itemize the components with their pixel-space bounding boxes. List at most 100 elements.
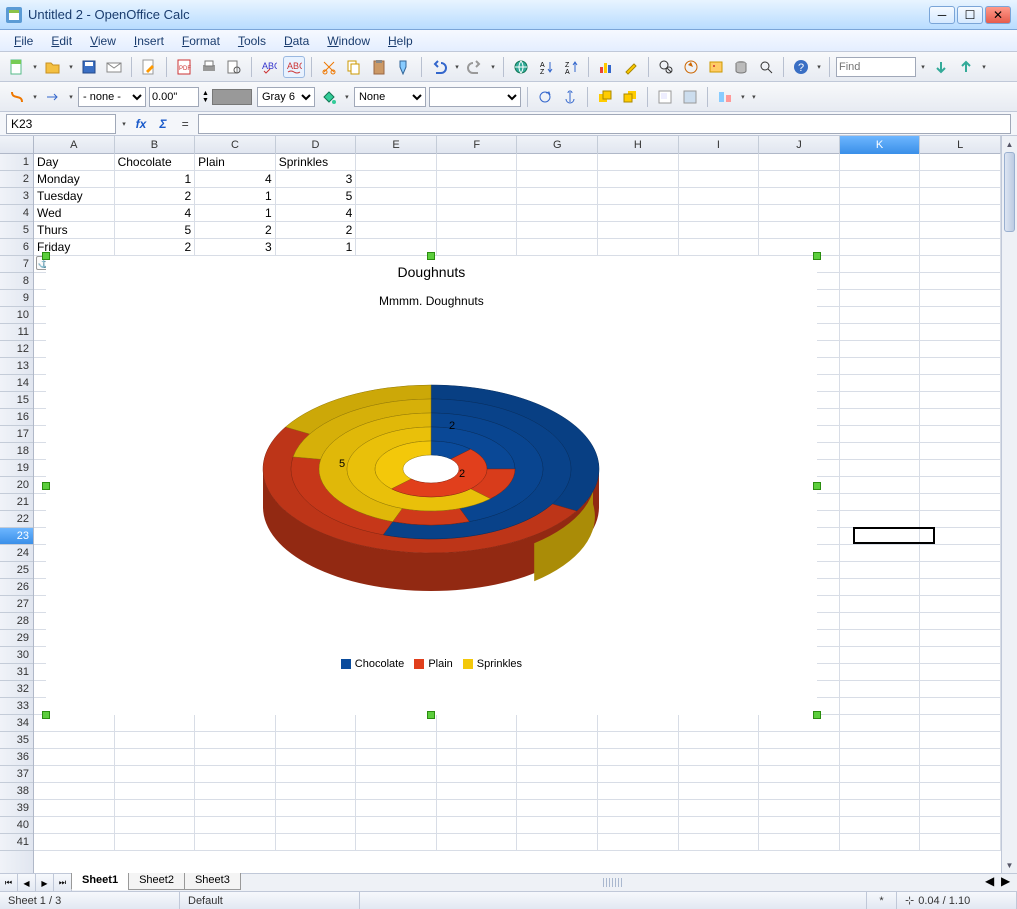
cell-L10[interactable]	[920, 307, 1001, 324]
cell-I41[interactable]	[679, 834, 760, 851]
cell-B5[interactable]: 5	[115, 222, 196, 239]
minimize-button[interactable]: ─	[929, 6, 955, 24]
cell-D40[interactable]	[276, 817, 357, 834]
col-header-B[interactable]: B	[115, 136, 196, 154]
cell-C5[interactable]: 2	[195, 222, 276, 239]
arrow-dropdown[interactable]: ▾	[67, 86, 75, 108]
cell-D2[interactable]: 3	[276, 171, 357, 188]
help-icon[interactable]: ?	[790, 56, 812, 78]
row-header-14[interactable]: 14	[0, 375, 33, 392]
cell-L19[interactable]	[920, 460, 1001, 477]
cell-L4[interactable]	[920, 205, 1001, 222]
cell-L13[interactable]	[920, 358, 1001, 375]
cell-L30[interactable]	[920, 647, 1001, 664]
cell-J37[interactable]	[759, 766, 840, 783]
cell-L12[interactable]	[920, 341, 1001, 358]
cell-I1[interactable]	[679, 154, 760, 171]
cell-F5[interactable]	[437, 222, 518, 239]
background-icon[interactable]	[679, 86, 701, 108]
cell-A5[interactable]: Thurs	[34, 222, 115, 239]
cut-icon[interactable]	[318, 56, 340, 78]
cell-A40[interactable]	[34, 817, 115, 834]
cell-C6[interactable]: 3	[195, 239, 276, 256]
row-header-26[interactable]: 26	[0, 579, 33, 596]
save-icon[interactable]	[78, 56, 100, 78]
cell-L23[interactable]	[920, 528, 1001, 545]
row-header-9[interactable]: 9	[0, 290, 33, 307]
row-header-10[interactable]: 10	[0, 307, 33, 324]
spellcheck-icon[interactable]: ABC	[258, 56, 280, 78]
cell-G41[interactable]	[517, 834, 598, 851]
cell-K4[interactable]	[840, 205, 921, 222]
col-header-G[interactable]: G	[517, 136, 598, 154]
cell-H4[interactable]	[598, 205, 679, 222]
cell-J2[interactable]	[759, 171, 840, 188]
cell-K21[interactable]	[840, 494, 921, 511]
navigator-icon[interactable]	[680, 56, 702, 78]
cell-K31[interactable]	[840, 664, 921, 681]
hyperlink-icon[interactable]	[510, 56, 532, 78]
cell-A35[interactable]	[34, 732, 115, 749]
cell-E39[interactable]	[356, 800, 437, 817]
print-icon[interactable]	[198, 56, 220, 78]
formula-input[interactable]	[198, 114, 1011, 134]
row-header-31[interactable]: 31	[0, 664, 33, 681]
cell-L39[interactable]	[920, 800, 1001, 817]
cell-K11[interactable]	[840, 324, 921, 341]
close-button[interactable]: ✕	[985, 6, 1011, 24]
cell-L25[interactable]	[920, 562, 1001, 579]
cell-B2[interactable]: 1	[115, 171, 196, 188]
equals-icon[interactable]: =	[176, 115, 194, 133]
cell-B36[interactable]	[115, 749, 196, 766]
cell-F36[interactable]	[437, 749, 518, 766]
print-preview-icon[interactable]	[223, 56, 245, 78]
col-header-I[interactable]: I	[679, 136, 760, 154]
row-header-17[interactable]: 17	[0, 426, 33, 443]
menu-view[interactable]: View	[82, 32, 124, 50]
foreground-icon[interactable]	[654, 86, 676, 108]
cell-K36[interactable]	[840, 749, 921, 766]
cell-J1[interactable]	[759, 154, 840, 171]
hscroll-right[interactable]: ▶	[1001, 874, 1017, 891]
cell-G35[interactable]	[517, 732, 598, 749]
sheet-nav-next[interactable]: ▶	[36, 874, 54, 892]
cell-A41[interactable]	[34, 834, 115, 851]
cell-E36[interactable]	[356, 749, 437, 766]
cell-J40[interactable]	[759, 817, 840, 834]
undo-dropdown[interactable]: ▾	[453, 56, 461, 78]
cell-C40[interactable]	[195, 817, 276, 834]
line-style-select[interactable]: - none -	[78, 87, 146, 107]
cell-E3[interactable]	[356, 188, 437, 205]
cell-K35[interactable]	[840, 732, 921, 749]
paste-icon[interactable]	[368, 56, 390, 78]
cell-A2[interactable]: Monday	[34, 171, 115, 188]
cell-F6[interactable]	[437, 239, 518, 256]
cell-L6[interactable]	[920, 239, 1001, 256]
cell-F37[interactable]	[437, 766, 518, 783]
cell-E41[interactable]	[356, 834, 437, 851]
col-header-C[interactable]: C	[195, 136, 276, 154]
cell-E40[interactable]	[356, 817, 437, 834]
sheet-tab-sheet2[interactable]: Sheet2	[128, 873, 185, 890]
cell-F2[interactable]	[437, 171, 518, 188]
chart-icon[interactable]	[595, 56, 617, 78]
cell-J6[interactable]	[759, 239, 840, 256]
cell-I34[interactable]	[679, 715, 760, 732]
row-header-33[interactable]: 33	[0, 698, 33, 715]
cell-K37[interactable]	[840, 766, 921, 783]
cell-H38[interactable]	[598, 783, 679, 800]
cell-C34[interactable]	[195, 715, 276, 732]
cell-G3[interactable]	[517, 188, 598, 205]
cell-reference-input[interactable]	[6, 114, 116, 134]
cell-H40[interactable]	[598, 817, 679, 834]
cell-G37[interactable]	[517, 766, 598, 783]
cell-L27[interactable]	[920, 596, 1001, 613]
cell-J38[interactable]	[759, 783, 840, 800]
resize-handle-e[interactable]	[813, 482, 821, 490]
cell-C41[interactable]	[195, 834, 276, 851]
sort-desc-icon[interactable]: ZA	[560, 56, 582, 78]
rotate-icon[interactable]	[534, 86, 556, 108]
cell-K13[interactable]	[840, 358, 921, 375]
sheet-nav-first[interactable]: ⏮	[0, 874, 18, 892]
cell-B40[interactable]	[115, 817, 196, 834]
